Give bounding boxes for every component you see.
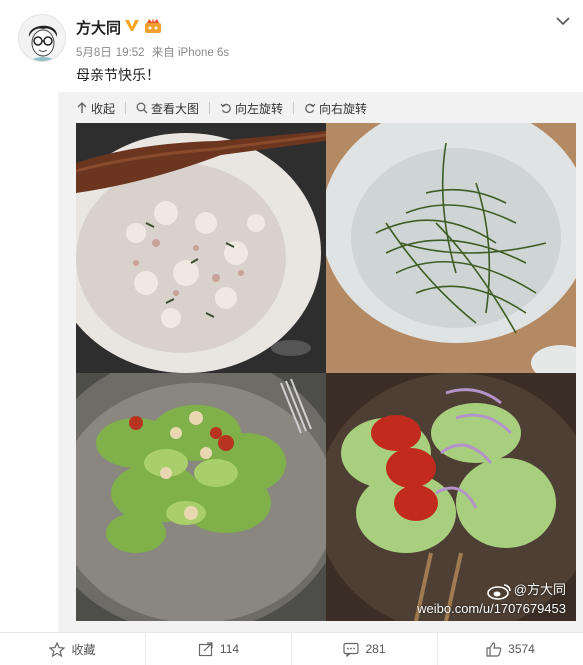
post-time[interactable]: 19:52 <box>116 47 145 59</box>
like-count: 3574 <box>508 642 535 656</box>
repost-button[interactable]: 114 <box>146 633 292 665</box>
post-text: 母亲节快乐！ <box>76 67 160 83</box>
star-icon <box>49 641 66 657</box>
avatar[interactable] <box>18 14 66 62</box>
collapse-icon <box>77 102 87 113</box>
media-toolbar: 收起 查看大图 向左旋转 向右旋转 <box>76 98 381 118</box>
photo-collage[interactable]: @方大同 weibo.com/u/1707679453 <box>76 123 576 621</box>
toolbar-divider <box>125 102 127 114</box>
favorite-button[interactable]: 收藏 <box>0 633 146 665</box>
weibo-logo-icon <box>486 584 511 600</box>
verified-icon <box>124 18 140 37</box>
post-actions: 收藏 114 281 3574 <box>0 632 583 665</box>
rotate-right-label: 向右旋转 <box>319 101 368 116</box>
post-meta: 5月8日 19:52 来自 iPhone 6s <box>76 44 233 60</box>
toolbar-divider <box>209 102 211 114</box>
chevron-down-icon[interactable] <box>555 14 571 26</box>
post-date[interactable]: 5月8日 <box>76 47 112 59</box>
comment-icon <box>343 642 360 657</box>
rotate-left-icon <box>220 103 231 114</box>
favorite-label: 收藏 <box>71 642 96 657</box>
post-source: 来自 iPhone 6s <box>151 47 230 59</box>
repost-count: 114 <box>219 642 240 656</box>
repost-icon <box>198 641 213 656</box>
like-icon <box>486 641 502 657</box>
photo-fried-rice[interactable] <box>76 123 326 373</box>
photo-salad-cashews[interactable] <box>76 373 326 621</box>
comment-count: 281 <box>365 642 386 656</box>
watermark-line: @方大同 <box>417 581 566 600</box>
photo-herbs-bowl[interactable] <box>326 123 576 373</box>
watermark: @方大同 weibo.com/u/1707679453 <box>417 581 566 617</box>
collapse-label: 收起 <box>91 101 116 116</box>
watermark-url: weibo.com/u/1707679453 <box>417 601 566 616</box>
rotate-left-button[interactable]: 向左旋转 <box>220 100 283 117</box>
view-large-label: 查看大图 <box>151 101 200 116</box>
collapse-button[interactable]: 收起 <box>76 100 115 117</box>
post-header: 方大同 5月8日 19:52 来自 iPhone 6s 母亲节快乐！ <box>0 0 583 92</box>
zoom-icon <box>136 102 148 114</box>
vip-badge-icon[interactable] <box>144 18 162 39</box>
rotate-right-icon <box>305 103 316 114</box>
comment-button[interactable]: 281 <box>292 633 438 665</box>
watermark-handle: @方大同 <box>513 582 566 598</box>
view-large-button[interactable]: 查看大图 <box>136 100 199 117</box>
toolbar-divider <box>293 102 295 114</box>
like-button[interactable]: 3574 <box>438 633 583 665</box>
rotate-left-label: 向左旋转 <box>235 101 284 116</box>
author-name[interactable]: 方大同 <box>76 17 121 38</box>
rotate-right-button[interactable]: 向右旋转 <box>304 100 367 117</box>
